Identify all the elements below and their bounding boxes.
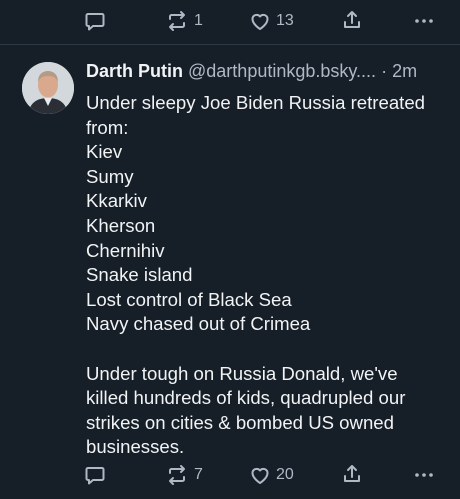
repost-icon [169,465,185,485]
reply-button[interactable] [84,464,106,486]
avatar-image [22,62,74,114]
post-line: Kkarkiv [86,190,147,212]
post-line: Kiev [86,141,123,163]
heart-icon [251,467,269,484]
post-time[interactable]: · 2m [381,61,417,81]
post-line: Lost control of Black Sea [86,288,292,310]
like-button[interactable]: 20 [249,464,294,486]
author-handle[interactable]: @darthputinkgb.bsky.... [188,61,376,81]
post-actions: 7 20 [0,455,460,495]
more-button[interactable] [413,10,435,32]
post-line: Sumy [86,165,134,187]
post-line: Under tough on Russia Donald, we've [86,362,398,384]
post-text: Under sleepy Joe Biden Russia retreated … [86,91,446,460]
repost-button[interactable]: 1 [165,10,203,32]
post-line: Chernihiv [86,239,165,261]
post-line: Snake island [86,264,193,286]
post-line: Kherson [86,214,156,236]
share-button[interactable] [341,463,363,485]
more-button[interactable] [413,464,435,486]
avatar[interactable] [22,62,74,114]
like-button[interactable]: 13 [249,10,294,32]
repost-button[interactable]: 7 [165,464,203,486]
post-divider [0,44,460,45]
share-button[interactable] [341,9,363,31]
like-count: 13 [276,12,294,29]
heart-icon [251,13,269,30]
share-icon [344,465,360,482]
reply-icon [85,13,105,31]
post-line: Navy chased out of Crimea [86,313,311,335]
post-header: Darth Putin @darthputinkgb.bsky.... · 2m [86,61,456,82]
author-name[interactable]: Darth Putin [86,61,183,81]
repost-count: 1 [194,12,203,29]
more-icon [415,473,433,477]
previous-post-actions: 1 13 [0,0,460,43]
share-icon [344,11,360,28]
post-line: strikes on cities & bombed US owned [86,411,394,433]
more-icon [415,19,433,23]
post-line: Under sleepy Joe Biden Russia retreated [86,92,426,113]
reply-icon [85,467,105,485]
reply-button[interactable] [84,10,106,32]
repost-count: 7 [194,466,203,483]
like-count: 20 [276,466,294,483]
repost-icon [169,11,185,31]
post-line: killed hundreds of kids, quadrupled our [86,387,406,409]
post-line: from: [86,116,129,138]
